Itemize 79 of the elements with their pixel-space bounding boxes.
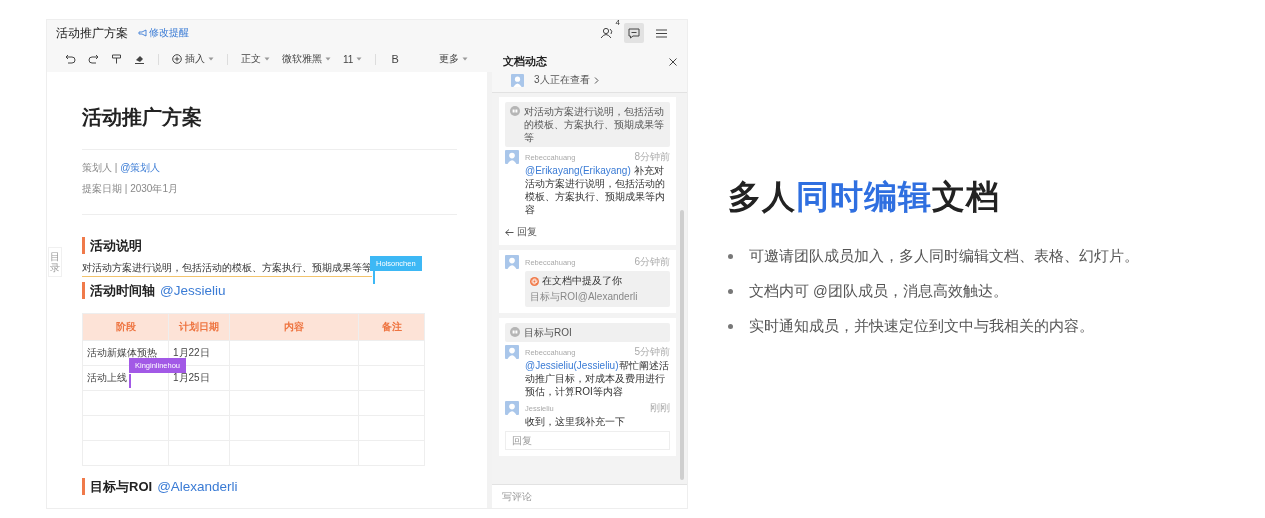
undo-icon [65, 54, 76, 64]
column-header: 阶段 [82, 313, 169, 341]
quote-icon [510, 106, 520, 116]
avatar-icon [505, 150, 519, 164]
avatar-icon [505, 345, 519, 359]
feature-text: 文档内可 @团队成员，消息高效触达。 [749, 282, 1008, 301]
bullet-icon [728, 324, 733, 329]
format-painter-icon [111, 54, 122, 64]
redo-icon [88, 54, 99, 64]
caret-icon [264, 57, 270, 61]
comment-time: 刚刚 [650, 401, 670, 415]
notice-snippet: 目标与ROI@Alexanderli [530, 290, 639, 304]
plus-circle-icon [172, 54, 182, 64]
comment-text: 收到，这里我补充一下 [525, 415, 626, 428]
caret-icon [208, 57, 214, 61]
reply-field[interactable]: 回复 [505, 431, 670, 450]
comment-text: @Jessieliu(Jessieliu)帮忙阐述活动推广目标，对成本及费用进行预估，计算ROI等内容 [525, 359, 670, 398]
section-heading: 活动时间轴 [90, 281, 155, 300]
notification-count: 4 [615, 18, 620, 27]
more-dropdown[interactable]: 更多 [434, 50, 472, 68]
panel-title: 文档动态 [503, 55, 547, 69]
quoted-text: 目标与ROI [524, 326, 572, 339]
mention-link[interactable]: @Jessieliu [160, 283, 226, 298]
comment-time: 5分钟前 [634, 345, 670, 359]
reply-arrow-icon [505, 228, 514, 236]
megaphone-icon [138, 29, 147, 37]
section-heading: 目标与ROI [90, 477, 153, 496]
at-sign-icon [530, 276, 539, 286]
reply-button[interactable]: 回复 [505, 225, 670, 239]
quote-icon [510, 327, 520, 337]
mention-notice[interactable]: 在文档中提及了你 目标与ROI@Alexanderli [525, 271, 670, 307]
quoted-text: 对活动方案进行说明，包括活动的模板、方案执行、预期成果等等 [524, 105, 665, 144]
feature-text: 实时通知成员，并快速定位到文中与我相关的内容。 [749, 317, 1094, 336]
mention-link[interactable]: @Alexanderli [157, 479, 238, 494]
column-header: 计划日期 [168, 313, 230, 341]
mention-link[interactable]: @策划人 [120, 162, 161, 173]
scrollbar[interactable] [680, 210, 684, 480]
meta-text: 提案日期 | 2030年1月 [82, 182, 179, 196]
comment-time: 8分钟前 [634, 150, 670, 164]
table-cell: 1月25日 [173, 371, 210, 385]
font-family-dropdown[interactable]: 微软雅黑 [278, 50, 335, 68]
eraser-icon [134, 54, 145, 64]
comments-button[interactable] [624, 23, 644, 43]
caret-icon [356, 57, 363, 61]
comment-text: @Erikayang(Erikayang) 补充对活动方案进行说明，包括活动的模板、方案执行、预期成果等内容 [525, 164, 666, 216]
avatar-icon [505, 401, 519, 415]
caret-icon [461, 57, 468, 61]
mention-link[interactable]: @Erikayang(Erikayang) [525, 165, 631, 176]
table-cell: 1月22日 [173, 346, 210, 360]
caret-icon [325, 57, 331, 61]
insert-dropdown[interactable]: 插入 [168, 50, 218, 68]
meta-label: 策划人 | [82, 162, 118, 173]
menu-icon [655, 28, 667, 38]
feature-text: 可邀请团队成员加入，多人同时编辑文档、表格、幻灯片。 [749, 247, 1139, 266]
comment-input[interactable]: 写评论 [492, 484, 687, 508]
bullet-icon [728, 254, 733, 259]
column-header: 内容 [229, 313, 359, 341]
people-icon [600, 27, 614, 39]
bold-button[interactable]: B [385, 53, 405, 65]
font-size-dropdown[interactable]: 11 [339, 51, 367, 67]
chevron-right-icon [593, 76, 599, 84]
paragraph-style-dropdown[interactable]: 正文 [237, 50, 274, 68]
mention-link[interactable]: @Jessieliu(Jessieliu) [525, 360, 619, 371]
table-cell: 活动新媒体预热 [87, 346, 157, 360]
column-header: 备注 [358, 313, 425, 341]
viewers-button[interactable]: 3人正在查看 [503, 69, 599, 92]
close-icon [669, 58, 677, 66]
document-title: 活动推广方案 [56, 24, 128, 42]
comment-icon [628, 27, 640, 39]
feature-title: 多人同时编辑文档 [728, 177, 1001, 217]
revision-reminder-link[interactable]: 修改提醒 [138, 26, 189, 40]
bullet-icon [728, 289, 733, 294]
table-cell: 活动上线 [87, 371, 127, 385]
document-heading: 活动推广方案 [82, 105, 203, 130]
close-button[interactable] [669, 58, 677, 66]
comment-time: 6分钟前 [634, 255, 670, 269]
notice-text: 在文档中提及了你 [542, 274, 622, 288]
avatar-icon [511, 73, 524, 87]
avatar-icon [505, 255, 519, 269]
